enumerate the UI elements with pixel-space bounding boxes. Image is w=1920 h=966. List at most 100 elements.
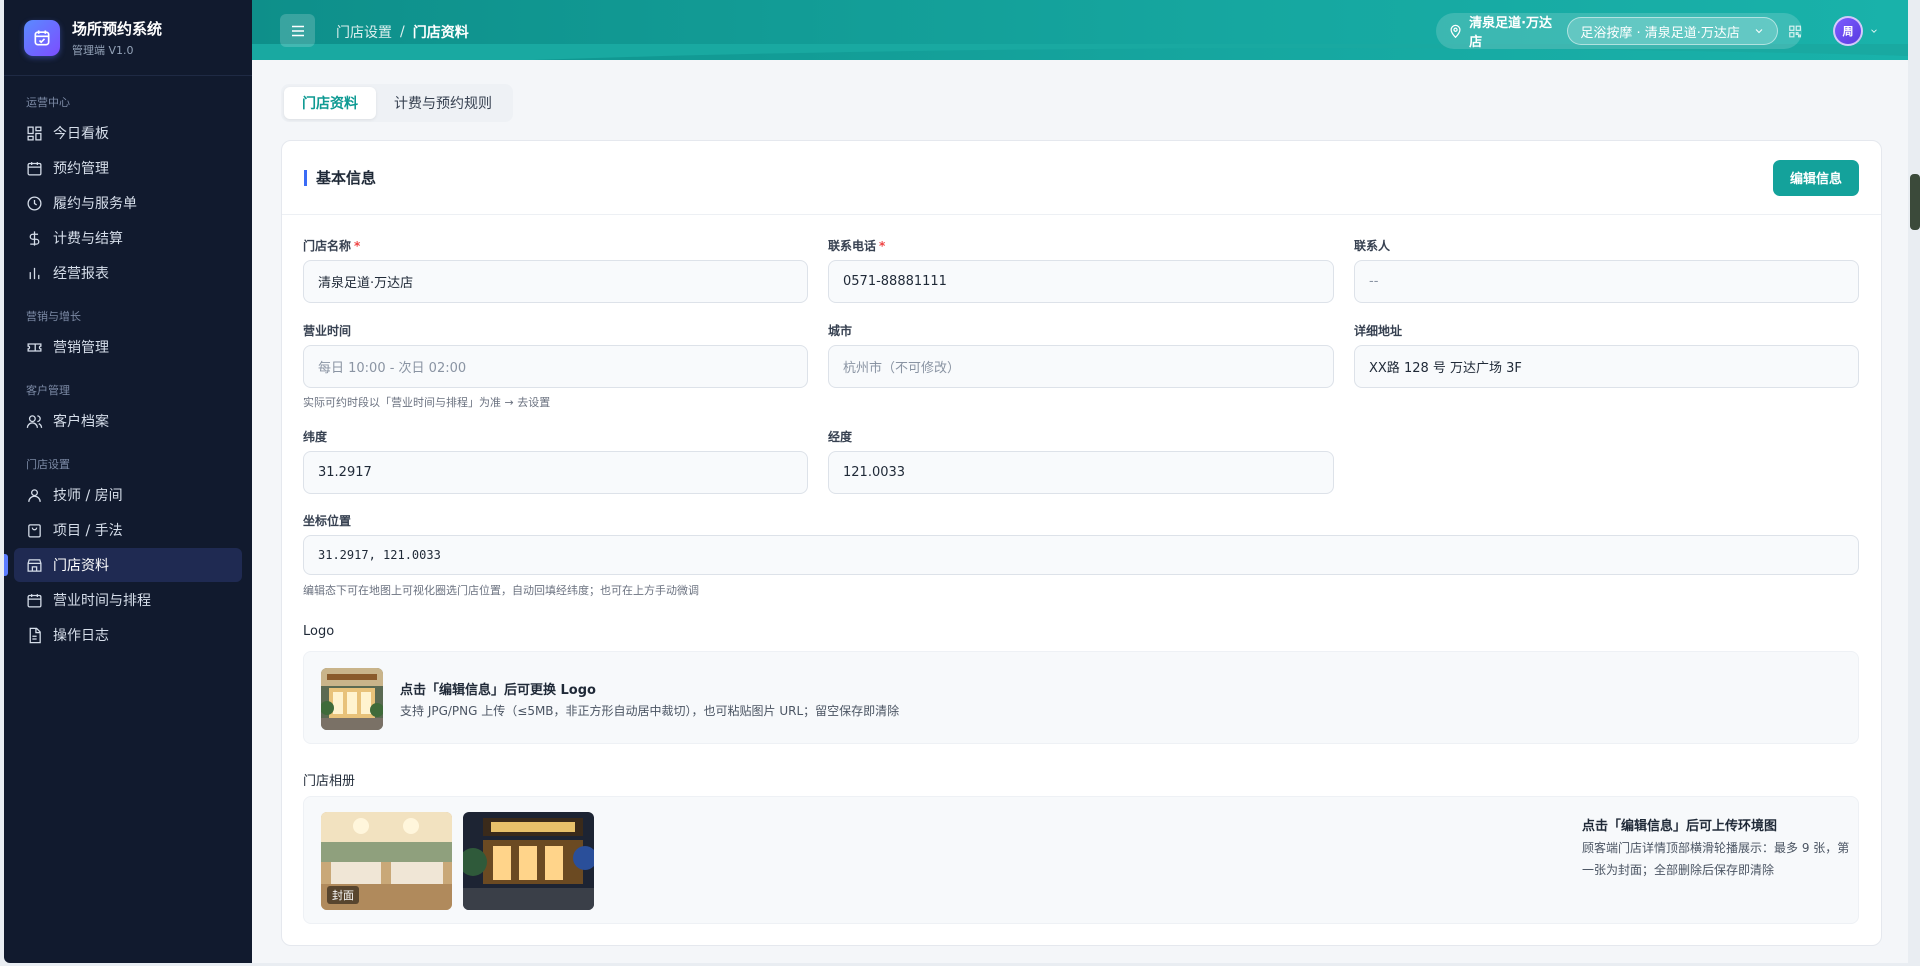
sidebar-item-label: 操作日志 — [53, 628, 109, 644]
card-header: 基本信息 编辑信息 — [282, 141, 1881, 215]
store-select[interactable]: 足浴按摩 · 清泉足道·万达店 — [1567, 17, 1778, 45]
contact-field[interactable]: -- — [1354, 260, 1859, 303]
chevron-down-icon — [1755, 29, 1763, 34]
file-icon — [29, 627, 41, 643]
qr-code-icon[interactable] — [1788, 24, 1802, 39]
label-text: 门店名称 — [303, 239, 352, 253]
dashboard-icon — [27, 125, 42, 141]
bag-icon — [28, 523, 41, 538]
sidebar-item-label: 预约管理 — [53, 161, 109, 177]
breadcrumb-separator: / — [400, 24, 405, 40]
contact-label: 联系人 — [1354, 239, 1391, 253]
sidebar-item-staff-rooms[interactable]: 技师 / 房间 — [14, 478, 242, 512]
phone-label: 联系电话 * — [828, 237, 885, 254]
sidebar-item-label: 门店资料 — [53, 558, 109, 574]
chevron-down-icon[interactable] — [1869, 26, 1879, 36]
card-title: 基本信息 — [304, 169, 376, 186]
sidebar-item-services[interactable]: 项目 / 手法 — [14, 513, 242, 547]
album-label: 门店相册 — [303, 774, 356, 789]
sidebar-item-bookings[interactable]: 预约管理 — [14, 151, 242, 185]
coords-field[interactable]: 31.2917, 121.0033 — [303, 535, 1859, 575]
album-desc: 顾客端门店详情顶部横滑轮播展示：最多 9 张，第一张为封面；全部删除后保存即清除 — [1582, 841, 1850, 877]
breadcrumb: 门店设置 / 门店资料 — [336, 22, 469, 42]
sidebar-item-dashboard[interactable]: 今日看板 — [14, 116, 242, 150]
user-icon — [28, 488, 41, 502]
sidebar-item-label: 履约与服务单 — [53, 196, 137, 212]
sidebar-item-label: 客户档案 — [53, 414, 109, 430]
city-field: 杭州市（不可修改） — [828, 345, 1334, 388]
sidebar-item-label: 营业时间与排程 — [53, 593, 151, 609]
sidebar-item-store-profile[interactable]: 门店资料 — [4, 548, 242, 582]
store-logo-image — [321, 668, 383, 730]
sidebar-item-label: 项目 / 手法 — [53, 523, 123, 539]
edit-info-button[interactable]: 编辑信息 — [1772, 159, 1859, 196]
dollar-icon — [29, 230, 40, 246]
menu-toggle-button[interactable] — [280, 14, 315, 47]
sidebar-item-label: 今日看板 — [53, 126, 109, 142]
logo-panel: 点击「编辑信息」后可更换 Logo 支持 JPG/PNG 上传（≤5MB，非正方… — [303, 651, 1859, 744]
address-field[interactable]: XX路 128 号 万达广场 3F — [1354, 345, 1859, 388]
sidebar-item-label: 计费与结算 — [53, 231, 123, 247]
required-mark: * — [354, 239, 361, 253]
sidebar-item-logs[interactable]: 操作日志 — [14, 618, 242, 652]
users-icon — [26, 414, 43, 428]
sidebar-item-marketing[interactable]: 营销管理 — [14, 330, 242, 364]
store-name-field[interactable]: 清泉足道·万达店 — [303, 260, 808, 303]
album-photo[interactable] — [463, 812, 594, 910]
hours-label: 营业时间 — [303, 324, 352, 338]
store-switcher: 清泉足道·万达店 足浴按摩 · 清泉足道·万达店 — [1436, 13, 1802, 50]
label-text: 联系电话 — [828, 239, 877, 253]
nav-group-label: 营销与增长 — [26, 310, 81, 323]
longitude-label: 经度 — [828, 430, 853, 444]
hours-hint[interactable]: 实际可约时段以「营业时间与排程」为准 → 去设置 — [303, 394, 550, 410]
city-label: 城市 — [828, 324, 853, 338]
coords-label: 坐标位置 — [303, 514, 352, 528]
store-name-label: 门店名称 * — [303, 237, 360, 254]
longitude-field[interactable]: 121.0033 — [828, 451, 1334, 494]
current-store-name: 清泉足道·万达店 — [1469, 16, 1553, 50]
clock-icon — [27, 195, 42, 211]
nav-group-label: 门店设置 — [26, 458, 70, 471]
app-title: 场所预约系统 — [72, 19, 163, 38]
avatar[interactable]: 周 — [1833, 16, 1863, 46]
required-mark: * — [879, 239, 886, 253]
sidebar-item-reports[interactable]: 经营报表 — [14, 256, 242, 290]
scrollbar-thumb[interactable] — [1910, 174, 1920, 230]
sidebar-item-service-orders[interactable]: 履约与服务单 — [14, 186, 242, 220]
tab-billing-rules[interactable]: 计费与预约规则 — [376, 87, 510, 119]
page-tabs: 门店资料 计费与预约规则 — [281, 84, 513, 122]
bar-chart-icon — [29, 267, 40, 279]
sidebar-item-customers[interactable]: 客户档案 — [14, 404, 242, 438]
cover-badge: 封面 — [327, 886, 359, 904]
calendar-check-icon — [24, 19, 60, 56]
store-icon — [27, 558, 42, 572]
coords-hint: 编辑态下可在地图上可视化圈选门店位置，自动回填经纬度；也可在上方手动微调 — [303, 584, 699, 597]
store-select-value: 足浴按摩 · 清泉足道·万达店 — [1580, 25, 1740, 41]
nav-group-label: 客户管理 — [26, 384, 70, 397]
sidebar-item-label: 营销管理 — [53, 340, 109, 356]
location-pin-icon — [1450, 24, 1461, 39]
tab-store-profile[interactable]: 门店资料 — [284, 87, 376, 119]
nav-group-label: 运营中心 — [26, 96, 70, 109]
breadcrumb-parent[interactable]: 门店设置 — [336, 22, 392, 42]
latitude-label: 纬度 — [303, 430, 328, 444]
app-version: 管理端 V1.0 — [72, 43, 134, 57]
sidebar-item-label: 经营报表 — [53, 266, 109, 282]
logo-desc: 支持 JPG/PNG 上传（≤5MB，非正方形自动居中裁切），也可粘贴图片 UR… — [400, 704, 900, 718]
sidebar-item-billing[interactable]: 计费与结算 — [14, 221, 242, 255]
sidebar-item-hours-schedule[interactable]: 营业时间与排程 — [14, 583, 242, 617]
address-label: 详细地址 — [1354, 324, 1403, 338]
ticket-icon — [27, 342, 42, 352]
hours-field[interactable]: 每日 10:00 - 次日 02:00 — [303, 345, 808, 388]
phone-field[interactable]: 0571-88881111 — [828, 260, 1334, 303]
calendar-icon — [27, 161, 42, 176]
brand: 场所预约系统 管理端 V1.0 — [4, 0, 252, 76]
album-photo[interactable]: 封面 — [321, 812, 452, 910]
latitude-field[interactable]: 31.2917 — [303, 451, 808, 494]
calendar-icon — [27, 593, 42, 608]
logo-title: 点击「编辑信息」后可更换 Logo — [400, 683, 596, 698]
album-title: 点击「编辑信息」后可上传环境图 — [1582, 819, 1778, 834]
logo-label: Logo — [303, 624, 335, 639]
album-panel: 封面 点击「编辑信息」后可上传环境图 顾客端门店详情顶部横滑轮播展示：最多 9 … — [303, 796, 1859, 924]
sidebar-item-label: 技师 / 房间 — [53, 488, 123, 504]
